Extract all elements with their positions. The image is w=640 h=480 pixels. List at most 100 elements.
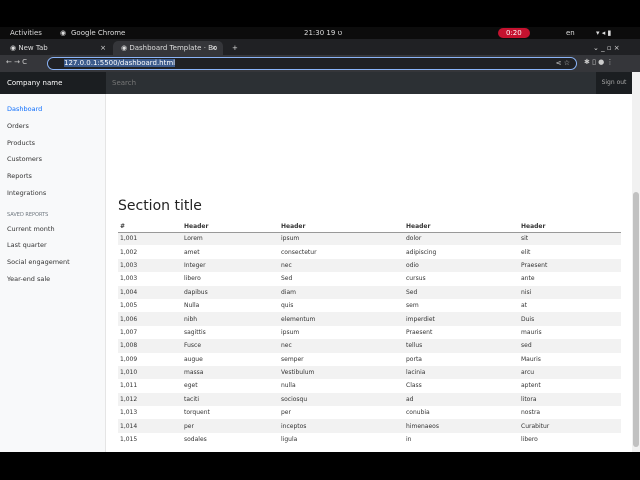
table-cell: Integer <box>182 258 279 273</box>
table-cell: consectetur <box>281 248 317 256</box>
tab-new-tab[interactable]: ◉ New Tab × <box>2 41 112 55</box>
close-icon[interactable]: × <box>211 41 217 55</box>
table-cell: semper <box>281 355 304 363</box>
sidebar-item-orders[interactable]: Orders <box>7 122 29 130</box>
table-row: 1,015 sodales ligula in libero <box>118 433 621 446</box>
table-cell: nec <box>279 258 404 273</box>
table-cell: Vestibulum <box>279 365 404 380</box>
extensions-profile-menu[interactable]: ✱ ▯ ● ⋮ <box>584 58 614 66</box>
sidebar-item-dashboard[interactable]: Dashboard <box>7 105 42 113</box>
sidebar-item-products[interactable]: Products <box>7 139 35 147</box>
search-input[interactable]: Search <box>106 72 596 94</box>
table-cell: 1,015 <box>120 436 138 444</box>
table-cell: Praesent <box>406 328 433 336</box>
app-name: Google Chrome <box>71 29 126 37</box>
table-cell: 1,003 <box>120 275 138 283</box>
table-cell: 1,014 <box>118 419 182 433</box>
navbar: Company name Search Sign out <box>0 72 632 94</box>
nav-buttons[interactable]: ← → C <box>6 58 27 66</box>
table-cell: himenaeos <box>404 419 519 433</box>
table-row: 1,013 torquent per conubia nostra <box>118 406 621 419</box>
table-cell: Class <box>406 382 422 390</box>
saved-last-quarter[interactable]: Last quarter <box>7 241 47 249</box>
table-cell: 1,010 <box>118 365 182 380</box>
sign-out-link[interactable]: Sign out <box>596 72 632 94</box>
scrollbar-thumb[interactable] <box>633 192 639 447</box>
data-table: # Header Header Header Header 1,001 Lorem ipsu… <box>118 221 621 446</box>
table-cell: in <box>406 436 412 444</box>
sidebar-item-reports[interactable]: Reports <box>7 172 32 180</box>
table-cell: Praesent <box>519 258 621 273</box>
table-cell: eget <box>184 382 198 390</box>
table-cell: per <box>281 409 291 417</box>
saved-year-end-sale[interactable]: Year-end sale <box>7 275 50 283</box>
brand-link[interactable]: Company name <box>0 72 106 94</box>
table-cell: Curabitur <box>519 419 621 433</box>
table-cell: quis <box>281 302 294 310</box>
language-indicator[interactable]: en <box>566 29 575 37</box>
recording-indicator[interactable]: 0:20 <box>498 28 530 38</box>
scrollbar[interactable] <box>632 72 640 452</box>
sidebar: Dashboard Orders Products Customers Repo… <box>0 94 106 452</box>
tab-dashboard[interactable]: ◉ Dashboard Template · Bo × <box>113 41 223 55</box>
table-cell: sit <box>519 232 621 246</box>
new-tab-button[interactable]: + <box>224 41 238 55</box>
table-cell: elementum <box>279 312 404 326</box>
table-cell: taciti <box>182 392 279 407</box>
table-cell: 1,009 <box>120 355 138 363</box>
table-cell: at <box>521 302 528 310</box>
table-row: 1,001 Lorem ipsum dolor sit <box>118 232 621 246</box>
url-input[interactable]: 127.0.0.1:5500/dashboard.html ⋖ ☆ <box>47 57 577 70</box>
table-row: 1,014 per inceptos himenaeos Curabitur <box>118 419 621 433</box>
table-cell: Duis <box>519 312 621 326</box>
table-row: 1,003 Integer nec odio Praesent <box>118 258 621 273</box>
table-cell: Nulla <box>184 302 200 310</box>
share-star-icons[interactable]: ⋖ ☆ <box>556 58 570 69</box>
clock[interactable]: ט 19 21:30 <box>304 29 342 37</box>
table-cell: dolor <box>404 232 519 246</box>
table-cell: ligula <box>281 436 298 444</box>
table-cell: per <box>182 419 279 433</box>
table-cell: 1,011 <box>120 382 138 390</box>
table-cell: massa <box>182 365 279 380</box>
os-top-bar: Activities ◉ Google Chrome ט 19 21:30 0:… <box>0 27 640 39</box>
table-cell: diam <box>279 285 404 299</box>
table-cell: augue <box>184 355 203 363</box>
table-cell: 1,003 <box>118 258 182 273</box>
table-row: 1,006 nibh elementum imperdiet Duis <box>118 312 621 326</box>
close-icon[interactable]: × <box>100 41 106 55</box>
system-tray-icons[interactable]: ▾ ◂ ▮ <box>596 29 611 37</box>
table-cell: Mauris <box>521 355 541 363</box>
sidebar-item-customers[interactable]: Customers <box>7 155 42 163</box>
window-controls[interactable]: ⌄ _ ▫ × <box>585 41 620 55</box>
table-cell: nostra <box>521 409 541 417</box>
table-cell: Fusce <box>182 339 279 353</box>
table-cell: dapibus <box>182 285 279 299</box>
table-cell: lacinia <box>404 365 519 380</box>
table-cell: conubia <box>406 409 430 417</box>
table-cell: 1,002 <box>120 248 138 256</box>
table-cell: libero <box>521 436 538 444</box>
activities-button[interactable]: Activities <box>10 29 42 37</box>
table-cell: 1,004 <box>118 285 182 299</box>
table-cell: nec <box>279 339 404 353</box>
table-row: 1,002 amet consectetur adipiscing elit <box>118 245 621 258</box>
table-cell: nibh <box>182 312 279 326</box>
table-row: 1,007 sagittis ipsum Praesent mauris <box>118 326 621 339</box>
table-cell: sociosqu <box>279 392 404 407</box>
table-cell: adipiscing <box>406 248 437 256</box>
saved-social-engagement[interactable]: Social engagement <box>7 258 70 266</box>
table-cell: inceptos <box>279 419 404 433</box>
table-cell: ante <box>521 275 535 283</box>
table-cell: 1,008 <box>118 339 182 353</box>
table-cell: 1,013 <box>120 409 138 417</box>
table-row: 1,009 augue semper porta Mauris <box>118 353 621 366</box>
table-cell: ipsum <box>279 232 404 246</box>
table-cell: Lorem <box>182 232 279 246</box>
table-cell: imperdiet <box>404 312 519 326</box>
table-row: 1,003 libero Sed cursus ante <box>118 272 621 285</box>
sidebar-item-integrations[interactable]: Integrations <box>7 189 46 197</box>
saved-current-month[interactable]: Current month <box>7 225 55 233</box>
table-cell: arcu <box>519 365 621 380</box>
table-cell: cursus <box>406 275 426 283</box>
